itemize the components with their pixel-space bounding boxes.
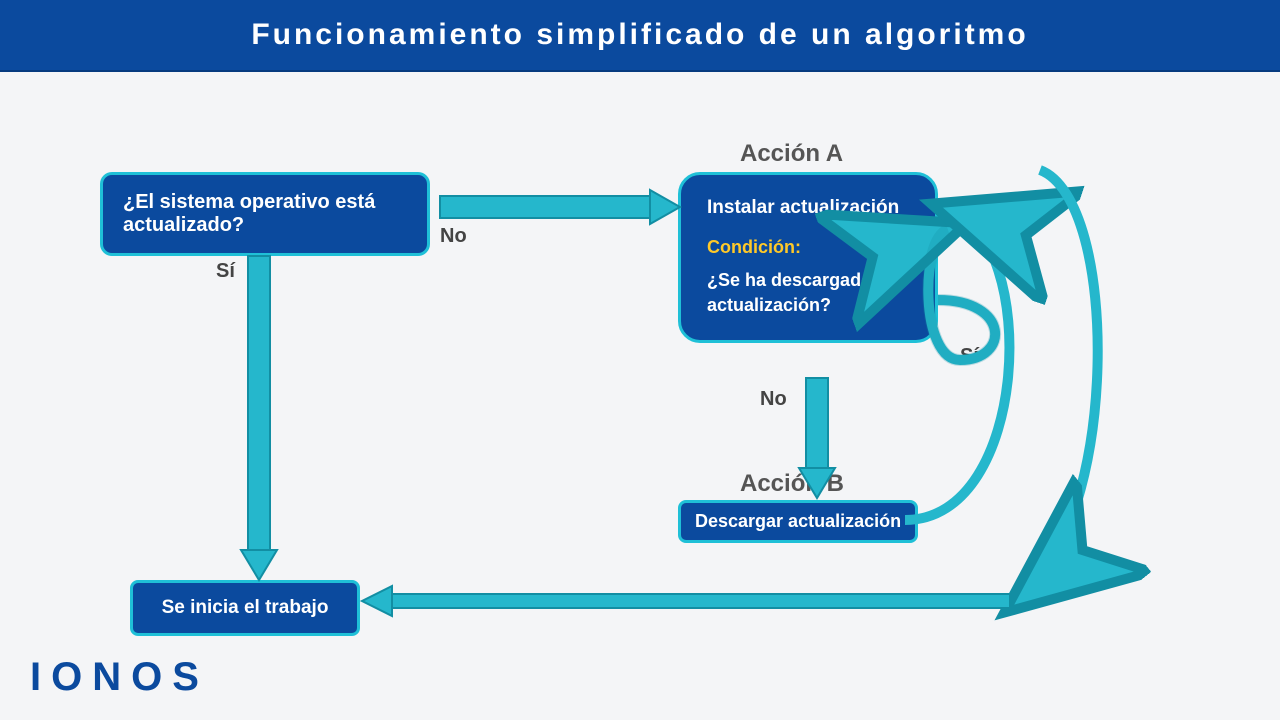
edge-label-yes-2: Sí — [960, 345, 979, 368]
edge-label-no-1: No — [440, 225, 467, 248]
action-a-install: Instalar actualización — [707, 197, 909, 219]
edge-label-no-2: No — [760, 388, 787, 411]
node-start-work: Se inicia el trabajo — [130, 580, 360, 636]
node-os-updated-question: ¿El sistema operativo está actualizado? — [100, 172, 430, 256]
node-os-updated-text: ¿El sistema operativo está actualizado? — [123, 191, 375, 236]
action-a-condition-question: ¿Se ha descargado la actualización? — [707, 268, 909, 318]
node-action-a: Instalar actualización Condición: ¿Se ha… — [678, 172, 938, 343]
start-work-text: Se inicia el trabajo — [162, 597, 329, 618]
edge-label-yes-1: Sí — [216, 260, 235, 283]
action-b-text: Descargar actualización — [695, 511, 901, 531]
node-action-b: Descargar actualización — [678, 500, 918, 543]
label-action-b: Acción B — [740, 470, 844, 498]
logo-ionos: IONOS — [30, 655, 209, 700]
label-action-a: Acción A — [740, 140, 843, 168]
action-a-condition-label: Condición: — [707, 237, 909, 258]
diagram-title: Funcionamiento simplificado de un algori… — [0, 0, 1280, 72]
